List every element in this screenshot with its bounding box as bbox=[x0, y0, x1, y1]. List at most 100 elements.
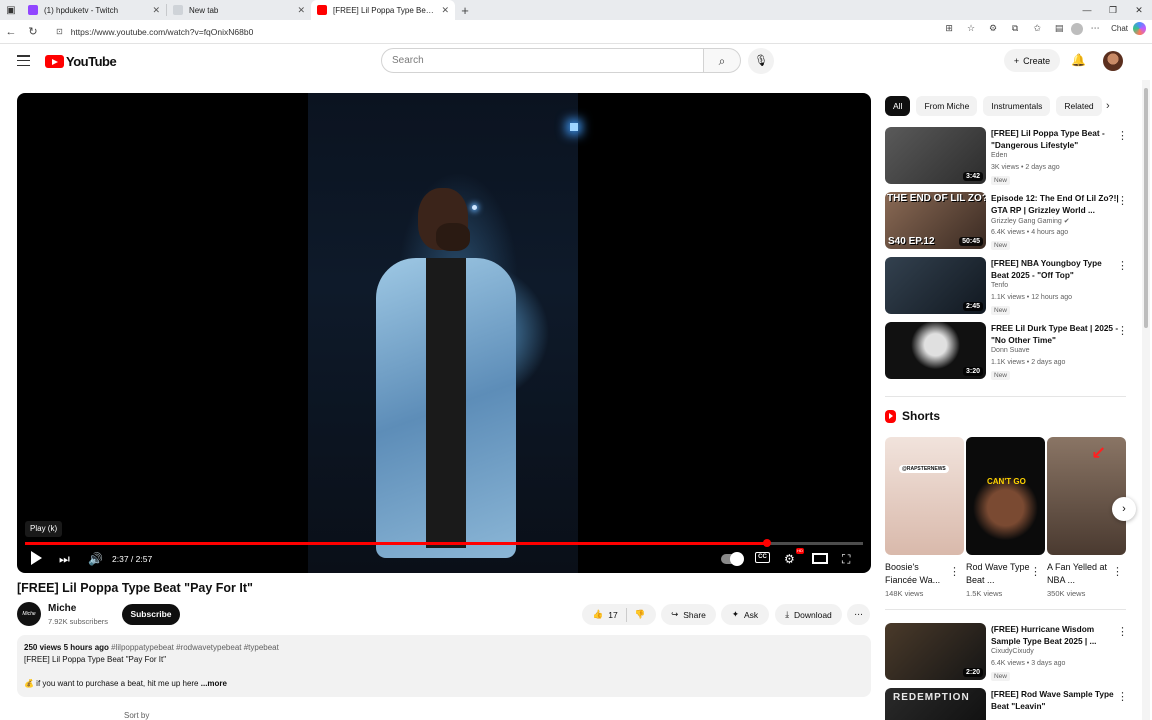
chip-all[interactable]: All bbox=[885, 96, 911, 116]
channel-name[interactable]: Miche bbox=[48, 603, 76, 614]
scrubber-handle[interactable] bbox=[762, 539, 771, 547]
recommendation-item[interactable]: 3:42 [FREE] Lil Poppa Type Beat - "Dange… bbox=[885, 127, 1130, 185]
share-button[interactable]: ↪ Share bbox=[661, 604, 716, 625]
chat-label[interactable]: Chat bbox=[1111, 24, 1128, 33]
search-icon[interactable]: ⌕ bbox=[703, 48, 741, 73]
new-tab-plus-icon[interactable]: + bbox=[455, 3, 475, 18]
progress-bar[interactable] bbox=[25, 539, 863, 547]
rec-channel[interactable]: Eden bbox=[991, 152, 1007, 159]
back-arrow-icon[interactable]: ← bbox=[0, 26, 22, 38]
chip-from-miche[interactable]: From Miche bbox=[916, 96, 978, 116]
chip-related[interactable]: Related bbox=[1056, 96, 1102, 116]
search-input[interactable]: Search bbox=[381, 48, 704, 73]
split-screen-icon[interactable]: ⧉ bbox=[1005, 23, 1025, 34]
rec-title[interactable]: FREE Lil Durk Type Beat | 2025 - "No Oth… bbox=[991, 322, 1119, 346]
extensions-icon[interactable]: ⚙ bbox=[983, 23, 1003, 34]
kebab-menu-icon[interactable]: ⋮ bbox=[1117, 129, 1128, 142]
channel-avatar[interactable]: Miche bbox=[17, 602, 41, 626]
kebab-menu-icon[interactable]: ⋮ bbox=[949, 565, 960, 578]
close-tab-icon[interactable]: ✕ bbox=[297, 5, 305, 16]
short-title[interactable]: Boosie's Fiancée Wa... bbox=[885, 561, 950, 587]
rec-channel[interactable]: Donn Suave bbox=[991, 347, 1030, 354]
youtube-logo[interactable]: YouTube bbox=[45, 54, 117, 69]
kebab-menu-icon[interactable]: ⋮ bbox=[1030, 565, 1041, 578]
video-thumbnail[interactable]: 2:45 bbox=[885, 257, 986, 314]
favorite-star-icon[interactable]: ☆ bbox=[961, 23, 981, 34]
thumbs-up-icon[interactable]: 👍 bbox=[593, 609, 604, 620]
rec-title[interactable]: [FREE] Lil Poppa Type Beat - "Dangerous … bbox=[991, 127, 1119, 151]
kebab-menu-icon[interactable]: ⋮ bbox=[1117, 625, 1128, 638]
copilot-icon[interactable] bbox=[1133, 22, 1146, 35]
rec-channel[interactable]: Grizzley Gang Gaming ✔ bbox=[991, 217, 1070, 225]
rec-title[interactable]: Episode 12: The End Of Lil Zo?!| GTA RP … bbox=[991, 192, 1119, 216]
page-scrollbar[interactable] bbox=[1142, 80, 1150, 720]
browser-tab-twitch[interactable]: (1) hpduketv - Twitch ✕ bbox=[22, 0, 166, 20]
chip-instrumentals[interactable]: Instrumentals bbox=[983, 96, 1051, 116]
like-count[interactable]: 17 bbox=[608, 610, 617, 620]
window-close-icon[interactable]: ✕ bbox=[1126, 0, 1152, 20]
recommendation-item[interactable]: THE END OF LIL ZO?! S40 EP.12 50:45 Epis… bbox=[885, 192, 1130, 250]
account-avatar[interactable] bbox=[1103, 51, 1123, 71]
browser-tab-new[interactable]: New tab ✕ bbox=[167, 0, 311, 20]
short-thumbnail[interactable]: ↙ bbox=[1047, 437, 1126, 555]
comments-sort-peek[interactable]: Sort by bbox=[124, 711, 149, 720]
browser-tab-youtube[interactable]: [FREE] Lil Poppa Type Beat "Pay F ✕ bbox=[311, 0, 455, 20]
rec-title[interactable]: [FREE] Rod Wave Sample Type Beat "Leavin… bbox=[991, 688, 1119, 712]
play-icon[interactable] bbox=[31, 551, 42, 565]
app-available-icon[interactable]: ⊞ bbox=[939, 23, 959, 34]
video-thumbnail[interactable]: 3:42 bbox=[885, 127, 986, 184]
thumbs-down-icon[interactable]: 👎 bbox=[635, 609, 646, 620]
settings-gear-icon[interactable]: ⚙ bbox=[784, 551, 795, 567]
video-player[interactable]: Play (k) ⏭ 🔊 2:37 / 2:57 CC ⚙ HD ⛶ bbox=[17, 93, 871, 573]
subscribe-button[interactable]: Subscribe bbox=[122, 604, 180, 625]
minimize-icon[interactable]: — bbox=[1074, 0, 1100, 20]
rec-title[interactable]: [FREE] NBA Youngboy Type Beat 2025 - "Of… bbox=[991, 257, 1119, 281]
video-thumbnail[interactable]: 3:20 bbox=[885, 322, 986, 379]
download-button[interactable]: ⤓ Download bbox=[775, 604, 842, 625]
video-thumbnail[interactable]: 2:20 bbox=[885, 623, 986, 680]
restore-icon[interactable]: ❐ bbox=[1100, 0, 1126, 20]
create-button[interactable]: + Create bbox=[1004, 49, 1060, 72]
collections-icon[interactable]: ▤ bbox=[1049, 23, 1069, 34]
theater-mode-icon[interactable] bbox=[812, 553, 828, 564]
close-tab-icon[interactable]: ✕ bbox=[152, 5, 160, 16]
kebab-menu-icon[interactable]: ⋮ bbox=[1117, 259, 1128, 272]
recommendation-item[interactable]: 2:20 (FREE) Hurricane Wisdom Sample Type… bbox=[885, 623, 1130, 681]
shorts-next-chevron-icon[interactable]: › bbox=[1112, 497, 1136, 521]
notifications-bell-icon[interactable]: 🔔 bbox=[1071, 53, 1086, 67]
kebab-menu-icon[interactable]: ⋮ bbox=[1117, 690, 1128, 703]
kebab-menu-icon[interactable]: ⋮ bbox=[1117, 324, 1128, 337]
kebab-menu-icon[interactable]: ⋮ bbox=[1117, 194, 1128, 207]
recommendation-item[interactable]: REDEMPTION [FREE] Rod Wave Sample Type B… bbox=[885, 688, 1130, 720]
recommendation-item[interactable]: 2:45 [FREE] NBA Youngboy Type Beat 2025 … bbox=[885, 257, 1130, 315]
short-thumbnail[interactable]: CAN'T GO bbox=[966, 437, 1045, 555]
next-icon[interactable]: ⏭ bbox=[59, 551, 70, 567]
kebab-menu-icon[interactable]: ⋮ bbox=[1112, 565, 1123, 578]
more-menu-icon[interactable]: ⋯ bbox=[1085, 23, 1105, 34]
short-thumbnail[interactable]: @RAPSTERNEWS bbox=[885, 437, 964, 555]
video-thumbnail[interactable]: THE END OF LIL ZO?! S40 EP.12 50:45 bbox=[885, 192, 986, 249]
volume-icon[interactable]: 🔊 bbox=[88, 551, 103, 567]
captions-icon[interactable]: CC bbox=[755, 552, 770, 563]
rec-title[interactable]: (FREE) Hurricane Wisdom Sample Type Beat… bbox=[991, 623, 1119, 647]
tab-actions-icon[interactable]: ▣ bbox=[0, 0, 22, 20]
autoplay-toggle[interactable] bbox=[721, 552, 744, 566]
chevron-right-icon[interactable]: › bbox=[1106, 100, 1110, 112]
hashtags[interactable]: #lilpoppatypebeat #rodwavetypebeat #type… bbox=[111, 643, 279, 652]
rec-channel[interactable]: Tenfo bbox=[991, 282, 1008, 289]
favorites-icon[interactable]: ✩ bbox=[1027, 23, 1047, 34]
show-more-link[interactable]: ...more bbox=[201, 679, 227, 688]
ask-button[interactable]: ✦ Ask bbox=[721, 604, 769, 625]
close-tab-icon[interactable]: ✕ bbox=[441, 5, 449, 16]
microphone-icon[interactable]: 🎙 bbox=[748, 48, 774, 74]
reload-icon[interactable]: ↻ bbox=[22, 25, 44, 38]
more-actions-icon[interactable]: ⋯ bbox=[847, 604, 870, 625]
recommendation-item[interactable]: 3:20 FREE Lil Durk Type Beat | 2025 - "N… bbox=[885, 322, 1130, 380]
description-box[interactable]: 250 views 5 hours ago #lilpoppatypebeat … bbox=[17, 635, 871, 697]
profile-avatar[interactable] bbox=[1071, 22, 1084, 35]
rec-channel[interactable]: CixudyCixudy bbox=[991, 648, 1034, 655]
video-thumbnail[interactable]: REDEMPTION bbox=[885, 688, 986, 720]
url-field[interactable]: ⊡ https://www.youtube.com/watch?v=fqOnix… bbox=[48, 23, 968, 41]
menu-hamburger-icon[interactable] bbox=[17, 55, 30, 66]
short-title[interactable]: A Fan Yelled at NBA ... bbox=[1047, 561, 1112, 587]
